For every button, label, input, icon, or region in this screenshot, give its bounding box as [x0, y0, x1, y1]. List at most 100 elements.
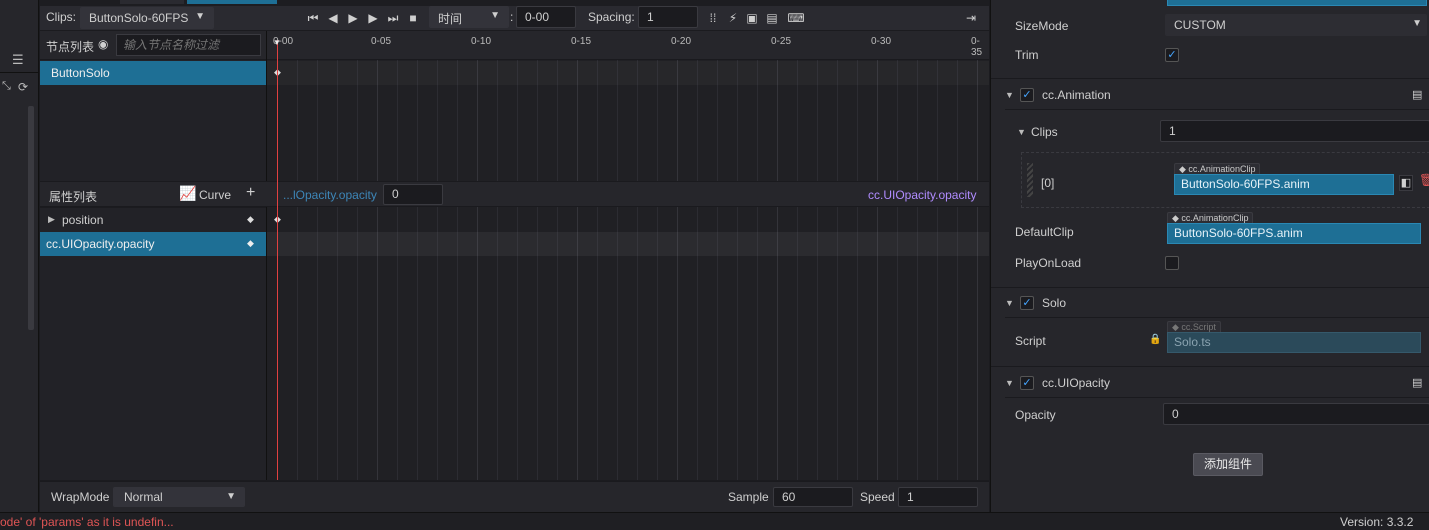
current-property-full: cc.UIOpacity.opacity [868, 188, 977, 202]
property-value-input[interactable]: 0 [383, 184, 443, 205]
jump-last-icon[interactable]: ⏭ [384, 7, 402, 29]
keyframe-add-icon[interactable]: ◆ [247, 238, 254, 249]
ruler-tick-label: 0-35 [971, 36, 983, 58]
next-frame-icon[interactable]: ▶ [364, 7, 382, 29]
exit-icon[interactable]: ⇥ [962, 7, 980, 29]
sizemode-value: CUSTOM [1174, 18, 1226, 32]
spacing-input[interactable]: 1 [638, 6, 698, 28]
property-item-position[interactable]: ▶ position ◆ [40, 208, 266, 232]
asset-type-tag: ◆ cc.Script [1167, 321, 1221, 332]
caret-down-icon[interactable]: ▼ [1017, 127, 1026, 137]
time-input[interactable]: 0-00 [516, 6, 576, 28]
delete-icon[interactable]: 🗑 [1419, 173, 1429, 187]
opacity-value: 0 [1172, 407, 1179, 421]
locate-asset-icon[interactable]: ◧ [1399, 175, 1413, 191]
chevron-down-icon: ▼ [490, 10, 500, 21]
defaultclip-asset-field[interactable]: ButtonSolo-60FPS.anim [1167, 223, 1421, 244]
trim-checkbox[interactable]: ✓ [1165, 48, 1179, 62]
uiopacity-enabled-checkbox[interactable]: ✓ [1020, 376, 1034, 390]
node-item[interactable]: ButtonSolo [40, 61, 266, 85]
property-item-label: position [62, 213, 104, 227]
ruler-tick-label: 0-10 [471, 36, 492, 47]
book-icon[interactable]: ▤ [763, 7, 781, 29]
clip-select[interactable]: ButtonSolo-60FPS ▼ [80, 7, 214, 29]
divider [1005, 397, 1429, 398]
ruler-tick-label: 0-05 [371, 36, 392, 47]
drag-handle[interactable] [1027, 163, 1033, 197]
divider [991, 287, 1429, 288]
current-property-name: ...lOpacity.opacity [283, 188, 377, 202]
book-icon[interactable]: ▤ [1412, 88, 1422, 101]
opacity-input[interactable]: 0 [1163, 403, 1429, 425]
sample-input[interactable]: 60 [773, 487, 853, 507]
grid-icon[interactable]: ⁞⁞ [704, 7, 722, 29]
prev-frame-icon[interactable]: ◀ [324, 7, 342, 29]
add-property-button[interactable]: + [246, 184, 255, 202]
sample-label: Sample [728, 490, 769, 504]
time-input-value: 0-00 [525, 10, 550, 24]
stop-icon[interactable]: ■ [404, 7, 422, 29]
add-component-button[interactable]: 添加组件 [1193, 453, 1263, 476]
solo-enabled-checkbox[interactable]: ✓ [1020, 296, 1034, 310]
asset-type-tag: ◆ cc.AnimationClip [1174, 163, 1261, 174]
speed-input[interactable]: 1 [898, 487, 978, 507]
time-ruler[interactable]: 0-00 0-05 0-10 0-15 0-20 0-25 0-30 0-35 [267, 31, 989, 60]
sizemode-select[interactable]: CUSTOM ▼ [1165, 14, 1427, 36]
ruler-tick-label: 0-20 [671, 36, 692, 47]
trim-label: Trim [1015, 48, 1039, 62]
timeline-footer: WrapMode Normal ▼ Sample 60 Speed 1 [40, 481, 989, 512]
property-track-opacity[interactable] [267, 232, 989, 256]
keyframe-add-icon[interactable]: ◆ [247, 214, 254, 225]
scrollbar[interactable] [28, 106, 34, 330]
clip-asset-field[interactable]: ButtonSolo-60FPS.anim [1174, 174, 1394, 195]
sizemode-label: SizeMode [1015, 19, 1069, 33]
clips-count-value: 1 [1169, 124, 1176, 138]
asset-type-label: cc.Script [1181, 322, 1216, 332]
property-value: 0 [392, 187, 399, 201]
property-list-header: 属性列表 📈 Curve + ...lOpacity.opacity 0 cc.… [40, 181, 989, 207]
spacing-label: Spacing: [588, 10, 635, 24]
wrapmode-label: WrapMode [51, 490, 110, 504]
playhead[interactable] [277, 40, 278, 480]
collapse-icon[interactable]: ⤡ [2, 80, 14, 94]
playback-controls: ⏮ ◀ ▶ ▶ ⏭ ■ [304, 7, 420, 29]
node-filter-input[interactable] [116, 34, 261, 56]
solo-component-title: Solo [1042, 296, 1067, 310]
caret-down-icon[interactable]: ▼ [1005, 90, 1014, 100]
event-icon[interactable]: ⚡ [724, 7, 742, 29]
wrapmode-value: Normal [124, 490, 163, 504]
node-item-label: ButtonSolo [51, 66, 110, 80]
save-icon[interactable]: ▣ [743, 7, 761, 29]
curve-icon[interactable]: 📈 [179, 185, 196, 202]
playonload-checkbox[interactable] [1165, 256, 1179, 270]
book-icon[interactable]: ▤ [1412, 376, 1422, 389]
playonload-label: PlayOnLoad [1015, 256, 1082, 270]
refresh-icon[interactable]: ⟳ [18, 80, 32, 94]
error-message[interactable]: ode' of 'params' as it is undefin... [0, 515, 174, 529]
playhead-handle-icon[interactable]: ▼ [273, 38, 281, 47]
caret-right-icon[interactable]: ▶ [48, 214, 55, 225]
eye-icon[interactable]: ◉ [98, 37, 108, 51]
clip-select-value: ButtonSolo-60FPS [89, 11, 189, 25]
property-track-position[interactable] [267, 208, 989, 232]
uiopacity-component-title: cc.UIOpacity [1042, 376, 1111, 390]
time-mode-select[interactable]: 时间 ▼ [429, 6, 509, 28]
jump-first-icon[interactable]: ⏮ [304, 7, 322, 29]
asset-type-label: cc.AnimationClip [1181, 213, 1249, 223]
defaultclip-asset-value: ButtonSolo-60FPS.anim [1174, 226, 1303, 240]
node-track-row[interactable] [267, 61, 989, 85]
animation-enabled-checkbox[interactable]: ✓ [1020, 88, 1034, 102]
ruler-tick-label: 0-15 [571, 36, 592, 47]
property-item-opacity[interactable]: cc.UIOpacity.opacity ◆ [40, 232, 266, 256]
keyboard-icon[interactable]: ⌨ [785, 7, 807, 29]
inspector-panel: SizeMode CUSTOM ▼ Trim ✓ ▼ ✓ cc.Animatio… [990, 0, 1429, 512]
menu-icon[interactable]: ☰ [12, 52, 26, 67]
divider [991, 366, 1429, 367]
asset-type-label: cc.AnimationClip [1188, 164, 1256, 174]
caret-down-icon[interactable]: ▼ [1005, 298, 1014, 308]
clips-count-input[interactable]: 1 [1160, 120, 1429, 142]
play-icon[interactable]: ▶ [344, 7, 362, 29]
curve-button[interactable]: Curve [199, 188, 231, 202]
wrapmode-select[interactable]: Normal ▼ [113, 487, 245, 507]
caret-down-icon[interactable]: ▼ [1005, 378, 1014, 388]
